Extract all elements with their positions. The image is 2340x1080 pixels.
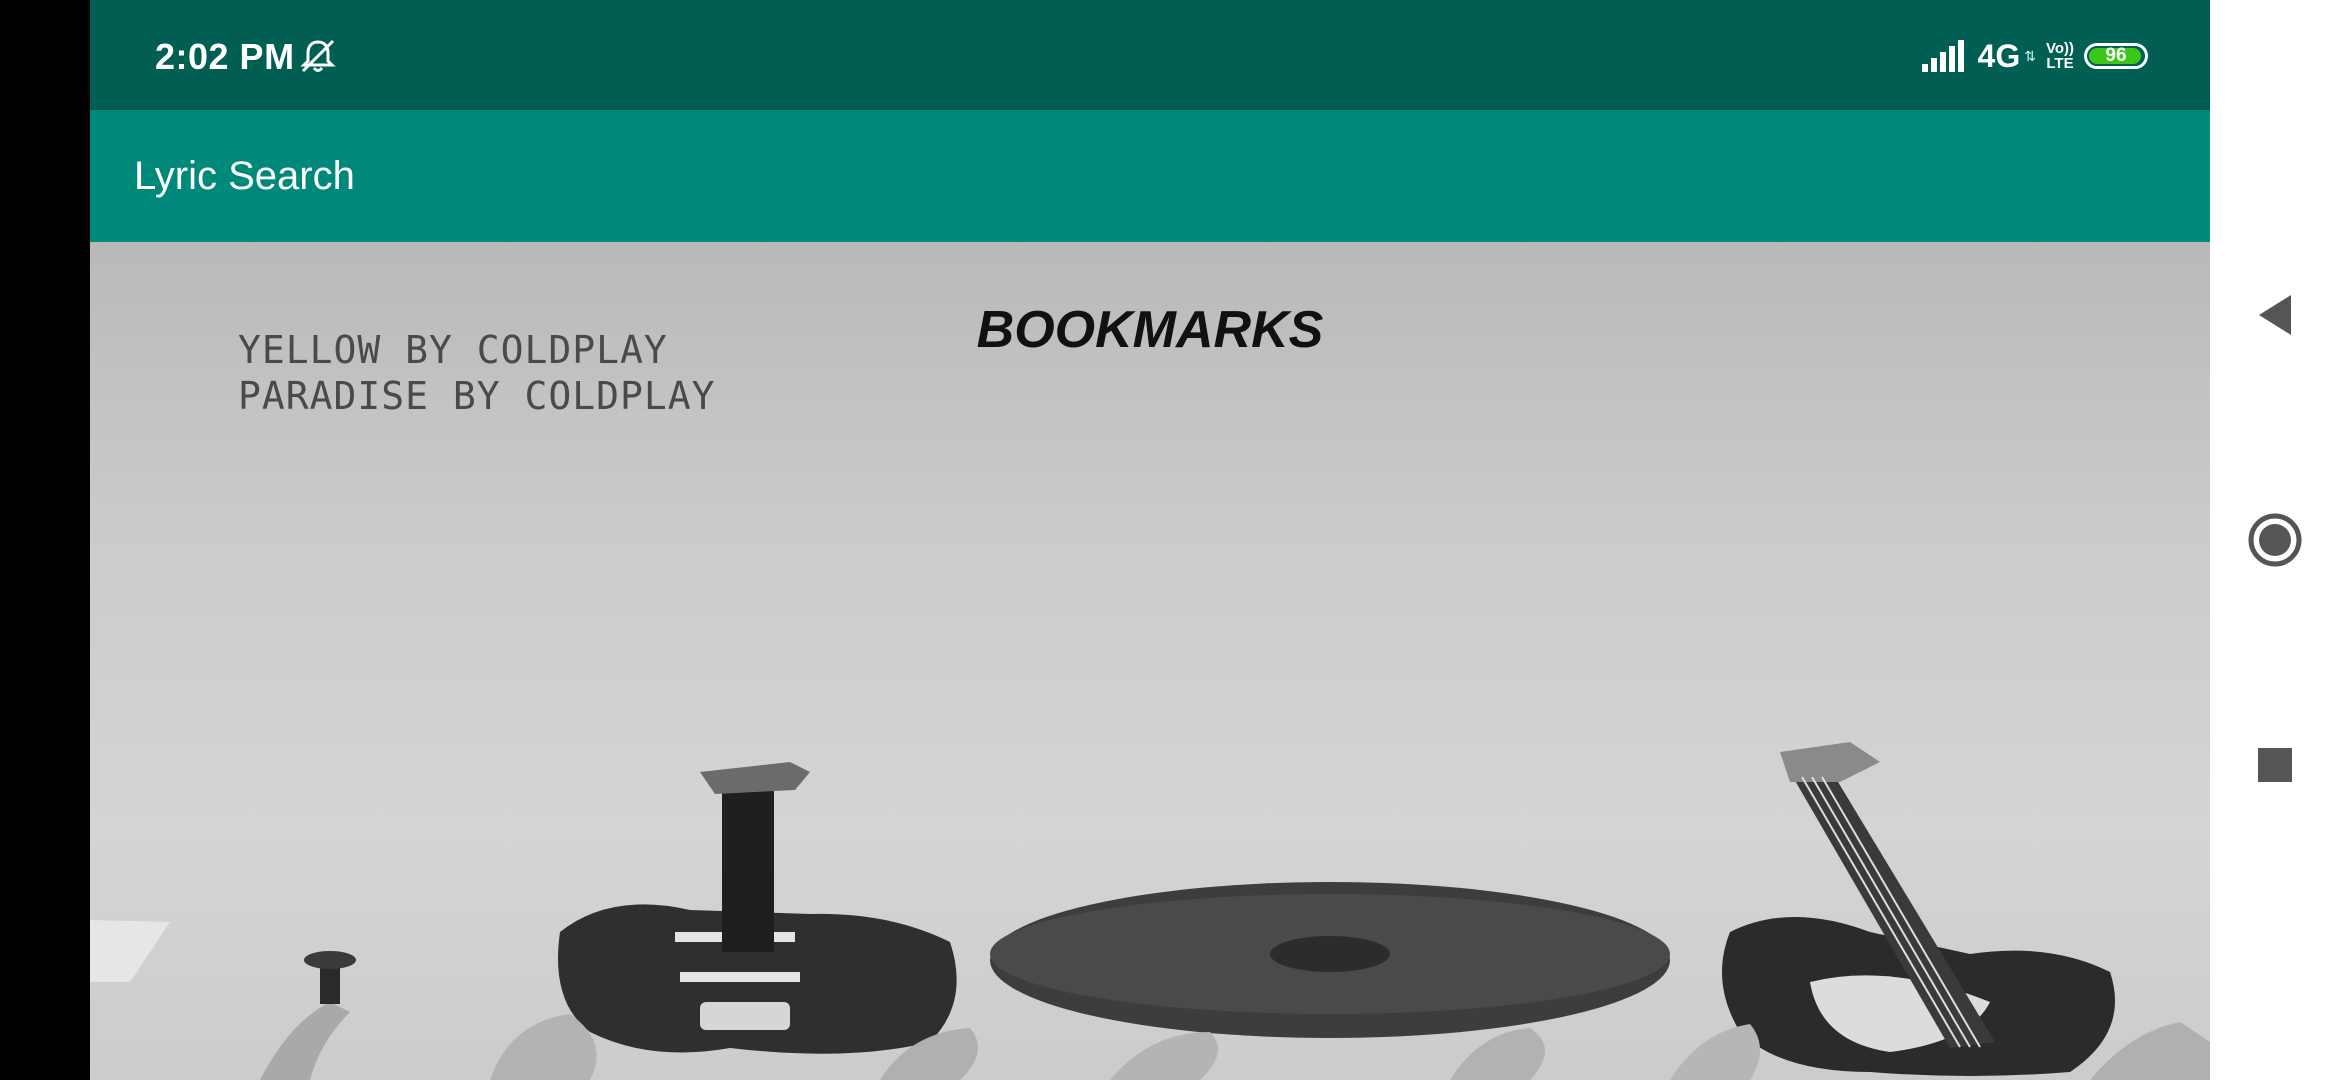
bookmark-item[interactable]: PARADISE BY COLDPLAY xyxy=(238,373,716,419)
bell-off-icon xyxy=(300,39,336,73)
battery-level: 96 xyxy=(2105,45,2127,66)
volte-top-label: Vo)) xyxy=(2045,40,2074,57)
back-triangle-icon xyxy=(2259,295,2291,335)
volte-bottom-label: LTE xyxy=(2046,55,2074,72)
app-screen: 2:02 PM 4G ⇅ Vo)) LTE 96 Lyric Search BO… xyxy=(90,0,2210,1080)
home-button[interactable] xyxy=(2210,505,2340,575)
app-title: Lyric Search xyxy=(134,154,355,198)
bookmark-list: YELLOW BY COLDPLAY PARADISE BY COLDPLAY xyxy=(238,327,716,419)
volte-icon: Vo)) LTE xyxy=(2046,41,2074,71)
app-toolbar: Lyric Search xyxy=(90,110,2210,242)
back-button[interactable] xyxy=(2210,280,2340,350)
network-type: 4G xyxy=(1977,37,2021,74)
signal-strength-icon xyxy=(1921,40,1964,72)
system-navigation-bar xyxy=(2210,0,2340,1080)
bookmarks-screen: BOOKMARKS YELLOW BY COLDPLAY PARADISE BY… xyxy=(90,242,2210,1080)
battery-icon: 96 xyxy=(2084,43,2148,69)
recent-apps-square-icon xyxy=(2258,748,2292,782)
home-circle-icon xyxy=(2248,513,2302,567)
status-time: 2:02 PM xyxy=(155,36,295,77)
bookmark-item[interactable]: YELLOW BY COLDPLAY xyxy=(238,327,716,373)
recent-apps-button[interactable] xyxy=(2210,730,2340,800)
status-bar: 2:02 PM 4G ⇅ Vo)) LTE 96 xyxy=(90,0,2210,110)
data-activity-icon: ⇅ xyxy=(2024,47,2036,64)
left-black-edge xyxy=(0,0,90,1080)
status-indicators: 4G ⇅ Vo)) LTE 96 xyxy=(1921,36,2148,76)
